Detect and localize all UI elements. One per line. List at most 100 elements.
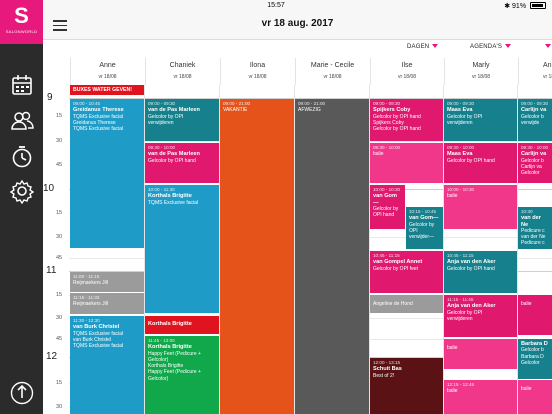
- service-name: Gelcolor by OPI hand: [373, 126, 421, 133]
- salonworld-logo[interactable]: S SALONWORLD: [0, 0, 43, 44]
- appointment-block[interactable]: 10:00 - 10:30 van Gom— Gelcolor by OPI h…: [370, 185, 405, 229]
- service-name: TQMS Exclusive facial: [73, 126, 124, 133]
- column-date: vr 18/08: [323, 74, 342, 80]
- column-date: vr 18/08: [98, 74, 117, 80]
- client-name: Angeline de Hond: [373, 301, 413, 307]
- column-name: Ilona: [249, 62, 266, 69]
- appointment-block[interactable]: 09:30 - 10:00 Maas Eva Gelcolor by OPI h…: [444, 143, 517, 183]
- current-date[interactable]: vr 18 aug. 2017: [43, 18, 552, 29]
- appointment-block[interactable]: balie: [518, 380, 552, 414]
- appointment-time: 09:00 - 09:30: [148, 101, 176, 106]
- appointment-block[interactable]: Korthals Brigitte: [145, 316, 219, 334]
- service-detail: verwijderen: [447, 119, 473, 126]
- appointment-block[interactable]: balie: [444, 339, 517, 369]
- appointment-time: 09:00 - 21:00: [298, 101, 326, 106]
- column-date: vr 18/08: [173, 74, 192, 80]
- appointment-block[interactable]: 09:00 - 09:30 Maas Eva Gelcolor by OPI v…: [444, 99, 517, 141]
- column-header-marly[interactable]: Marly vr 18/08: [444, 58, 517, 85]
- service-detail: verwijderen: [148, 119, 174, 126]
- top-bar: vr 18 aug. 2017: [43, 12, 552, 40]
- agendas-dropdown[interactable]: AGENDA'S: [470, 44, 512, 50]
- logout-icon[interactable]: [9, 380, 35, 406]
- appointment-block[interactable]: 12:00 - 13:15 Schuit Bas Best of 2!: [370, 358, 443, 414]
- appointment-block[interactable]: 10:30 van der Ne Pedicure c van der Ne P…: [518, 207, 552, 249]
- absence-label: AFWEZIG: [298, 107, 321, 114]
- appointment-time: 09:30 - 10:00: [373, 145, 401, 150]
- service-name: Gelcolor by OPI hand: [148, 157, 196, 164]
- column-header-chaniek[interactable]: Chaniek vr 18/08: [145, 58, 219, 85]
- days-dropdown[interactable]: DAGEN: [407, 44, 439, 50]
- appointment-block[interactable]: 10:15 - 10:45 van Gom— Gelcolor by OPI v…: [406, 207, 443, 249]
- appointment-time: 09:30 - 10:00: [521, 145, 549, 150]
- appointment-block[interactable]: 09:00 - 21:00 AFWEZIG: [295, 99, 369, 414]
- appointment-block[interactable]: 12:15 - 12:45 balie: [444, 380, 517, 414]
- appointment-time: 11:15 - 11:30: [73, 295, 100, 300]
- column-name: Marly: [472, 62, 490, 69]
- battery-icon: [530, 2, 546, 9]
- appointment-block[interactable]: Barbara D Gelcolor b Barbara D Gelcolor: [518, 339, 552, 379]
- appointment-block[interactable]: 11:15 - 11:30 Reijmaekers Jill: [70, 293, 144, 314]
- appointment-block[interactable]: 10:45 - 11:15 Anja van den Aker Gelcolor…: [444, 251, 517, 293]
- battery-percentage: 91%: [512, 3, 527, 10]
- column-name: Chaniek: [169, 62, 196, 69]
- client-name: van Gom—: [373, 193, 397, 206]
- column-name: Anne: [99, 62, 116, 69]
- appointment-time: 10:45 - 11:15: [373, 253, 400, 258]
- appointment-block[interactable]: 09:00 - 09:30 Spijkers Coby Gelcolor by …: [370, 99, 443, 141]
- block-label: balie: [447, 388, 458, 395]
- caret-down-icon: [432, 44, 439, 48]
- appointment-block[interactable]: 09:30 - 10:00 Carlijn va Gelcolor b Carl…: [518, 143, 552, 183]
- client-name: van Gom—: [409, 215, 439, 222]
- client-name: van der Ne: [521, 215, 541, 228]
- column-header-anne[interactable]: Anne vr 18/08: [70, 58, 144, 85]
- appointment-block[interactable]: 09:00 - 10:45 Greidanus Therese TQMS Exc…: [70, 99, 144, 248]
- appointment-block[interactable]: balie: [518, 295, 552, 335]
- customers-icon[interactable]: [9, 108, 35, 134]
- calendar-icon[interactable]: [9, 72, 35, 98]
- appointment-block[interactable]: 09:00 - 21:00 VAKANTIE: [220, 99, 294, 414]
- appointment-block[interactable]: 09:30 - 10:00 van de Pas Marleen Gelcolo…: [145, 143, 219, 183]
- column-date: vr 18/08: [543, 74, 552, 80]
- column-date: vr 18/08: [248, 74, 267, 80]
- appointment-block[interactable]: 09:00 - 09:30 Carlijn va Gelcolor b verw…: [518, 99, 552, 141]
- appointment-block[interactable]: 11:30 - 12:30 van Burk Christel TQMS Exc…: [70, 316, 144, 414]
- notice-banner[interactable]: BUXES WATER GEVEN!: [70, 85, 144, 95]
- appointment-block[interactable]: 10:00 - 11:30 Korthals Brigitte TQMS Exc…: [145, 185, 219, 313]
- appointment-block[interactable]: 11:00 - 11:15 Reijmaekers Jill: [70, 272, 144, 292]
- appointment-block[interactable]: 11:15 - 11:45 Anja van den Aker Gelcolor…: [444, 295, 517, 337]
- settings-icon[interactable]: [9, 178, 35, 204]
- column-name: Marie - Cecile: [310, 62, 355, 69]
- column-header-marie-cecile[interactable]: Marie - Cecile vr 18/08: [295, 58, 369, 85]
- appointment-time: 09:30 - 10:00: [148, 145, 176, 150]
- appointment-time: 12:15 - 12:45: [447, 382, 475, 387]
- service-detail: Gelcolor): [148, 375, 169, 382]
- column-header-ilona[interactable]: Ilona vr 18/08: [220, 58, 294, 85]
- days-dropdown-label: DAGEN: [407, 44, 430, 50]
- service-detail: verwijder—: [409, 234, 435, 241]
- appointment-time: 10:15 - 10:45: [409, 209, 437, 214]
- appointment-block[interactable]: 11:45 - 13:00 Korthals Brigitte Happy Fe…: [145, 336, 219, 414]
- more-dropdown[interactable]: [542, 44, 551, 50]
- column-header-ann[interactable]: Ann vr 18/08: [518, 58, 552, 85]
- client-name: Korthals Brigitte: [148, 321, 192, 327]
- column-header-ilse[interactable]: Ilse vr 18/08: [370, 58, 443, 85]
- bluetooth-icon: ✱: [504, 3, 511, 10]
- service-name: Gelcolor by OPI feet: [373, 265, 419, 272]
- client-name: Reijmaekers Jill: [73, 301, 109, 308]
- appointment-block[interactable]: 09:30 - 10:00 balie: [370, 143, 443, 183]
- appointment-time: 09:00 - 09:30: [521, 101, 549, 106]
- timer-icon[interactable]: [9, 144, 35, 170]
- appointment-time: 10:00 - 11:30: [148, 187, 175, 192]
- appointment-block[interactable]: 09:00 - 09:30 van de Pas Marleen Gelcolo…: [145, 99, 219, 141]
- appointment-time: 10:30: [521, 209, 533, 214]
- column-name: Ilse: [401, 62, 413, 69]
- service-name: Gelcolor: [521, 359, 540, 366]
- appointment-time: 09:00 - 09:30: [447, 101, 475, 106]
- appointment-block[interactable]: 10:00 - 10:30 balie: [444, 185, 517, 229]
- agendas-dropdown-label: AGENDA'S: [470, 44, 503, 50]
- appointment-time: 10:00 - 10:30: [373, 187, 401, 192]
- logo-name: SALONWORLD: [5, 29, 38, 34]
- service-name: Gelcolor by OPI hand: [447, 265, 495, 272]
- appointment-block[interactable]: Angeline de Hond: [370, 295, 443, 313]
- appointment-block[interactable]: 10:45 - 11:15 van Gompel Annet Gelcolor …: [370, 251, 443, 293]
